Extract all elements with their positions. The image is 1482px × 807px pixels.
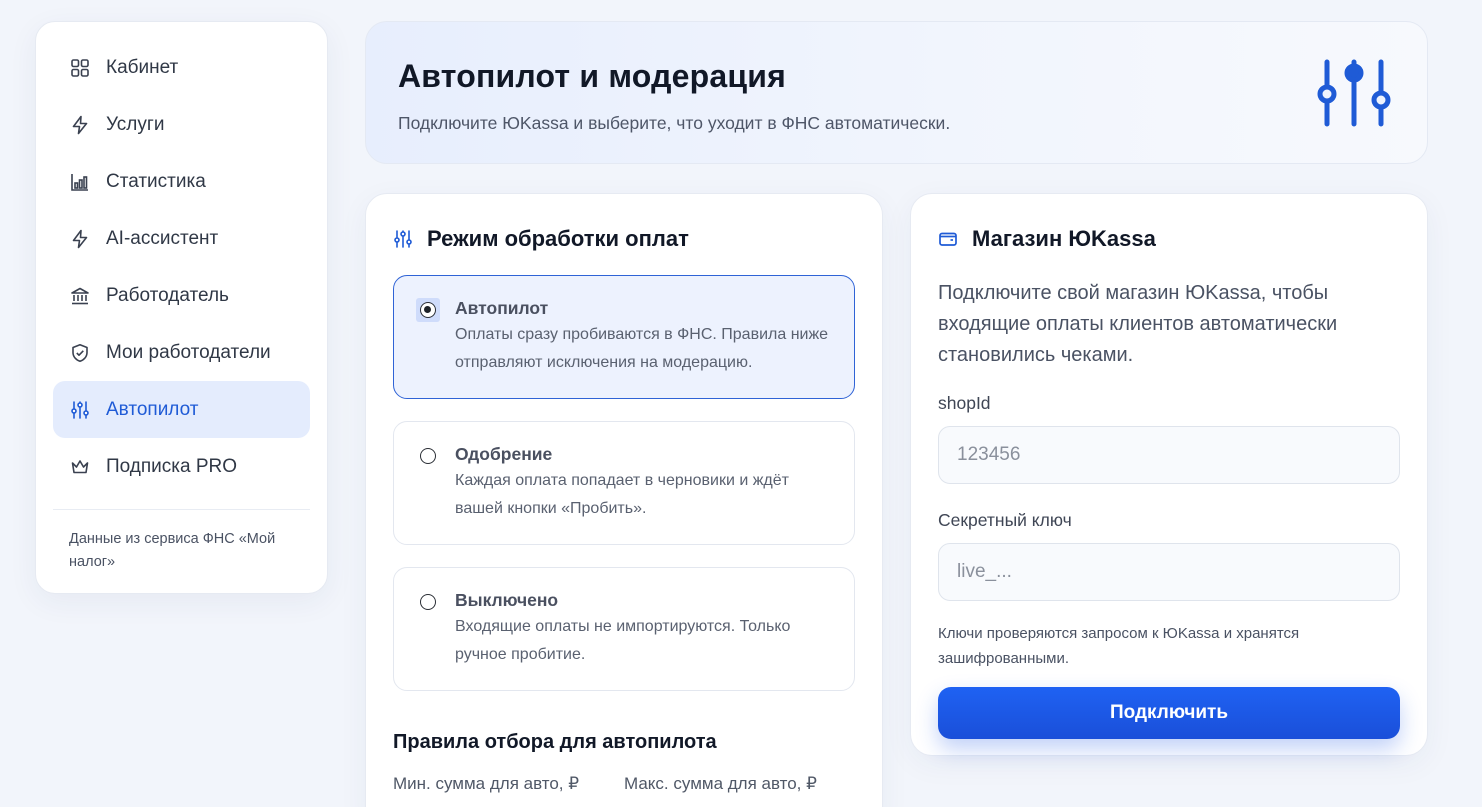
sidebar-item-label: AI-ассистент bbox=[106, 227, 219, 249]
shop-id-label: shopId bbox=[938, 393, 991, 413]
radio-button[interactable] bbox=[420, 594, 436, 610]
sidebar-item-label: Кабинет bbox=[106, 56, 179, 78]
sidebar-item-subscription[interactable]: Подписка PRO bbox=[53, 438, 310, 495]
card-title-text: Магазин ЮKassa bbox=[972, 226, 1156, 251]
connect-button[interactable]: Подключить bbox=[938, 687, 1400, 739]
sidebar-item-cabinet[interactable]: Кабинет bbox=[53, 39, 310, 96]
lightning-icon bbox=[70, 229, 90, 249]
sidebar-item-label: Услуги bbox=[106, 113, 165, 135]
page: Кабинет Услуги Статистика AI-ассистент Р… bbox=[0, 0, 1482, 807]
shop-id-input[interactable]: 123456 bbox=[938, 426, 1400, 484]
option-description: Входящие оплаты не импортируются. Только… bbox=[455, 618, 791, 663]
page-header: Автопилот и модерация Подключите ЮKassa … bbox=[365, 21, 1428, 164]
page-subtitle: Подключите ЮKassa и выберите, что уходит… bbox=[398, 113, 951, 133]
wallet-icon bbox=[938, 228, 960, 250]
sidebar-item-services[interactable]: Услуги bbox=[53, 96, 310, 153]
sliders-icon bbox=[70, 400, 90, 420]
option-title: Выключено bbox=[455, 590, 559, 610]
option-title: Автопилот bbox=[455, 298, 549, 318]
page-title: Автопилот и модерация bbox=[398, 58, 786, 94]
sidebar-item-label: Статистика bbox=[106, 170, 206, 192]
sliders-icon bbox=[393, 228, 415, 250]
lightning-icon bbox=[70, 115, 90, 135]
sidebar-item-my-employers[interactable]: Мои работодатели bbox=[53, 324, 310, 381]
sidebar-item-label: Мои работодатели bbox=[106, 341, 271, 363]
radio-button[interactable] bbox=[420, 448, 436, 464]
sidebar: Кабинет Услуги Статистика AI-ассистент Р… bbox=[35, 21, 328, 594]
radio-focus bbox=[416, 298, 440, 322]
min-amount-label: Мин. сумма для авто, ₽ bbox=[393, 774, 580, 793]
mode-option-disabled[interactable]: Выключено Входящие оплаты не импортируют… bbox=[393, 567, 855, 691]
sidebar-item-ai-assistant[interactable]: AI-ассистент bbox=[53, 210, 310, 267]
sidebar-item-autopilot[interactable]: Автопилот bbox=[53, 381, 310, 438]
sidebar-item-label: Автопилот bbox=[106, 398, 199, 420]
sidebar-item-label: Подписка PRO bbox=[106, 455, 238, 477]
sidebar-footer: Данные из сервиса ФНС «Мой налог» bbox=[69, 531, 276, 570]
option-description: Оплаты сразу пробиваются в ФНС. Правила … bbox=[455, 326, 829, 371]
secret-key-label: Секретный ключ bbox=[938, 510, 1072, 530]
sidebar-item-label: Работодатель bbox=[106, 284, 229, 306]
shield-check-icon bbox=[70, 343, 90, 363]
option-description: Каждая оплата попадает в черновики и ждё… bbox=[455, 472, 789, 517]
option-title: Одобрение bbox=[455, 444, 553, 464]
sidebar-item-statistics[interactable]: Статистика bbox=[53, 153, 310, 210]
keys-hint: Ключи проверяются запросом к ЮKassa и хр… bbox=[938, 625, 1300, 667]
sidebar-item-employer[interactable]: Работодатель bbox=[53, 267, 310, 324]
crown-icon bbox=[70, 457, 90, 477]
secret-key-input[interactable]: live_... bbox=[938, 543, 1400, 601]
mode-option-approval[interactable]: Одобрение Каждая оплата попадает в черно… bbox=[393, 421, 855, 545]
sliders-icon bbox=[1317, 58, 1393, 133]
radio-button[interactable] bbox=[420, 302, 436, 318]
rules-fields-row: Мин. сумма для авто, ₽ Макс. сумма для а… bbox=[393, 774, 855, 794]
rules-title: Правила отбора для автопилота bbox=[393, 731, 717, 753]
processing-mode-card: Режим обработки оплат Автопилот Оплаты с… bbox=[365, 193, 883, 807]
shop-card-title: Магазин ЮKassa bbox=[938, 226, 1400, 252]
max-amount-label: Макс. сумма для авто, ₽ bbox=[624, 774, 817, 793]
yookassa-shop-card: Магазин ЮKassa Подключите свой магазин Ю… bbox=[910, 193, 1428, 756]
bank-icon bbox=[70, 286, 90, 306]
mode-option-autopilot[interactable]: Автопилот Оплаты сразу пробиваются в ФНС… bbox=[393, 275, 855, 399]
grid-icon bbox=[70, 58, 90, 78]
shop-description: Подключите свой магазин ЮKassa, чтобы вх… bbox=[938, 282, 1338, 366]
bar-chart-icon bbox=[70, 172, 90, 192]
card-title-text: Режим обработки оплат bbox=[427, 226, 689, 251]
processing-mode-title: Режим обработки оплат bbox=[393, 226, 855, 252]
